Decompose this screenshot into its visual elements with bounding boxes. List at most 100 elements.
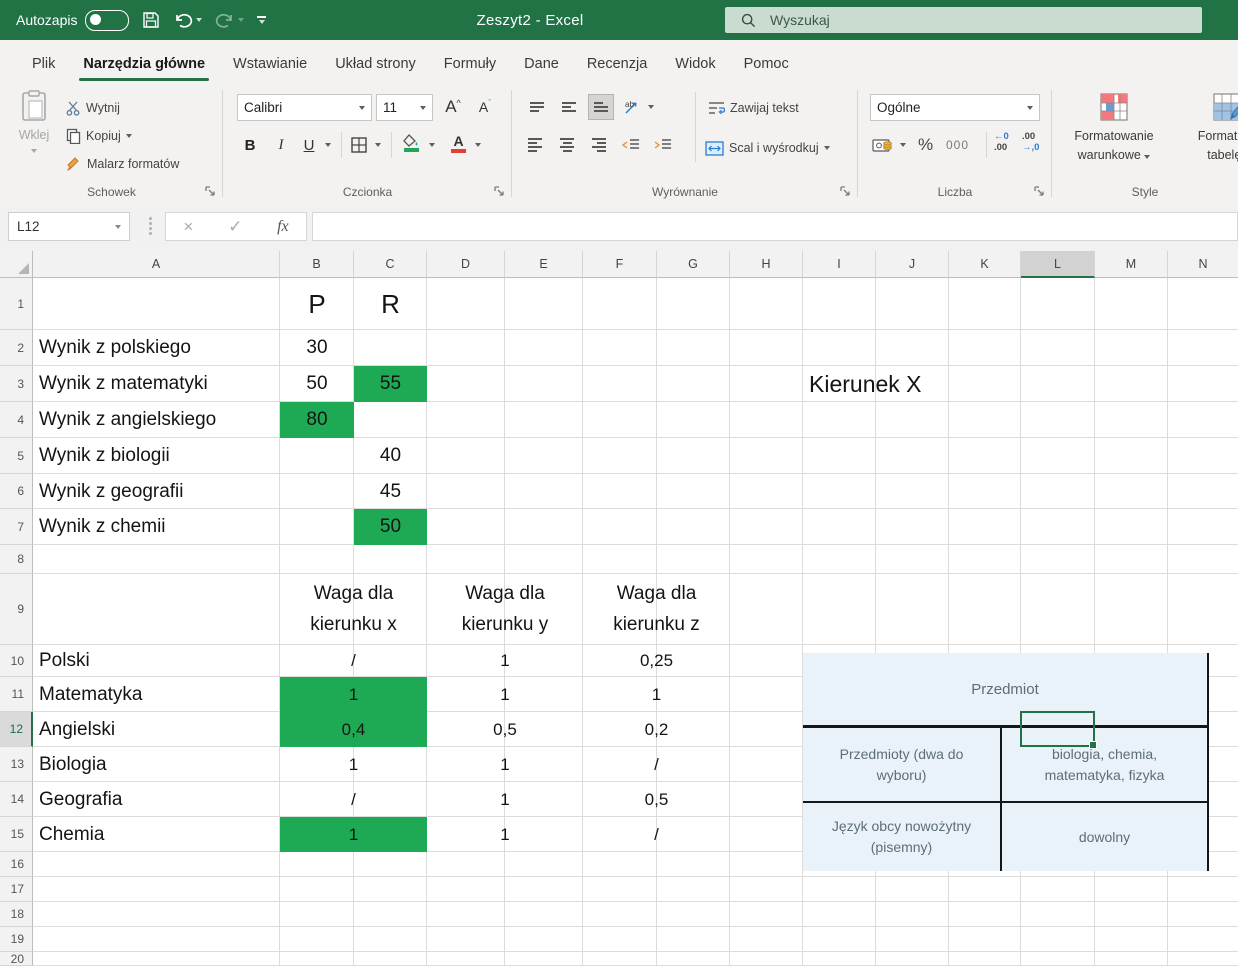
cell-B10:C10[interactable]: /: [280, 645, 427, 677]
row-header-13[interactable]: 13: [0, 747, 33, 782]
italic-button[interactable]: I: [271, 132, 291, 158]
font-dialog-launcher-icon[interactable]: [494, 186, 506, 198]
copy-dropdown-icon[interactable]: [126, 134, 132, 138]
row-header-8[interactable]: 8: [0, 545, 33, 574]
cell-D9:E9[interactable]: Waga dla kierunku y: [427, 574, 583, 645]
column-header-K[interactable]: K: [949, 251, 1021, 278]
autosave-switch[interactable]: [85, 10, 129, 31]
align-left-icon[interactable]: [522, 132, 548, 158]
embedded-table-image[interactable]: Przedmiot Przedmioty (dwa do wyboru) bio…: [803, 653, 1209, 871]
cell-B13:C13[interactable]: 1: [280, 747, 427, 782]
conditional-formatting-dropdown-icon[interactable]: [1144, 155, 1150, 159]
row-header-14[interactable]: 14: [0, 782, 33, 817]
cell-B3[interactable]: 50: [280, 366, 354, 402]
cell-A5[interactable]: Wynik z biologii: [33, 438, 280, 474]
cell-A11[interactable]: Matematyka: [33, 677, 280, 712]
font-name-select[interactable]: Calibri: [237, 94, 372, 121]
cell-B11:C11[interactable]: 1: [280, 677, 427, 712]
column-header-E[interactable]: E: [505, 251, 583, 278]
borders-icon[interactable]: [351, 132, 367, 158]
cell-D11:E11[interactable]: 1: [427, 677, 583, 712]
cut-button[interactable]: Wytnij: [66, 96, 120, 120]
autosave-toggle[interactable]: Autozapis: [16, 10, 129, 31]
tab-uklad-strony[interactable]: Układ strony: [321, 56, 430, 84]
font-color-icon[interactable]: A: [451, 130, 466, 156]
cell-F12:G12[interactable]: 0,2: [583, 712, 730, 747]
bold-button[interactable]: B: [239, 132, 261, 158]
row-header-11[interactable]: 11: [0, 677, 33, 712]
cell-D10:E10[interactable]: 1: [427, 645, 583, 677]
search-box[interactable]: [725, 7, 1202, 33]
column-header-H[interactable]: H: [730, 251, 803, 278]
cell-B2[interactable]: 30: [280, 330, 354, 366]
borders-dropdown-icon[interactable]: [375, 143, 381, 147]
underline-button[interactable]: U: [299, 132, 319, 158]
cell-A10[interactable]: Polski: [33, 645, 280, 677]
name-box[interactable]: L12: [8, 212, 130, 241]
search-input[interactable]: [768, 11, 1152, 29]
fill-handle[interactable]: [1089, 741, 1097, 749]
customize-quick-access-icon[interactable]: [257, 16, 266, 24]
decrease-indent-icon[interactable]: [622, 132, 640, 158]
row-header-19[interactable]: 19: [0, 927, 33, 952]
fill-color-icon[interactable]: [403, 130, 420, 156]
increase-decimal-button[interactable]: ←0.00: [994, 130, 1009, 156]
cell-D14:E14[interactable]: 1: [427, 782, 583, 817]
percent-style-button[interactable]: %: [918, 132, 933, 158]
cell-A12[interactable]: Angielski: [33, 712, 280, 747]
row-header-15[interactable]: 15: [0, 817, 33, 852]
cell-A15[interactable]: Chemia: [33, 817, 280, 852]
formula-input[interactable]: [313, 213, 1238, 242]
tab-dane[interactable]: Dane: [510, 56, 573, 84]
undo-dropdown-icon[interactable]: [196, 18, 202, 22]
cell-C3[interactable]: 55: [354, 366, 427, 402]
cell-B12:C12[interactable]: 0,4: [280, 712, 427, 747]
cell-C7[interactable]: 50: [354, 509, 427, 545]
column-header-L[interactable]: L: [1021, 251, 1095, 278]
tab-formuly[interactable]: Formuły: [430, 56, 510, 84]
row-header-17[interactable]: 17: [0, 877, 33, 902]
column-header-M[interactable]: M: [1095, 251, 1168, 278]
cell-F15:G15[interactable]: /: [583, 817, 730, 852]
align-bottom-icon[interactable]: [588, 94, 614, 120]
cell-I3[interactable]: Kierunek X: [803, 366, 876, 402]
row-header-2[interactable]: 2: [0, 330, 33, 366]
alignment-dialog-launcher-icon[interactable]: [840, 186, 852, 198]
merge-dropdown-icon[interactable]: [824, 146, 830, 150]
copy-button[interactable]: Kopiuj: [66, 124, 132, 148]
formula-input-box[interactable]: [312, 212, 1238, 241]
tab-widok[interactable]: Widok: [661, 56, 729, 84]
cell-A4[interactable]: Wynik z angielskiego: [33, 402, 280, 438]
cell-A6[interactable]: Wynik z geografii: [33, 474, 280, 509]
accounting-format-icon[interactable]: [872, 132, 894, 158]
increase-indent-icon[interactable]: [654, 132, 672, 158]
orientation-icon[interactable]: ab: [624, 94, 641, 120]
active-cell-selection[interactable]: [1020, 711, 1095, 747]
comma-style-button[interactable]: 000: [946, 132, 969, 158]
column-header-N[interactable]: N: [1168, 251, 1238, 278]
conditional-formatting-button[interactable]: Formatowanie warunkowe: [1058, 92, 1170, 166]
cell-A14[interactable]: Geografia: [33, 782, 280, 817]
cell-B15:C15[interactable]: 1: [280, 817, 427, 852]
row-header-5[interactable]: 5: [0, 438, 33, 474]
column-header-I[interactable]: I: [803, 251, 876, 278]
cell-B4[interactable]: 80: [280, 402, 354, 438]
cell-C1[interactable]: R: [354, 278, 427, 330]
save-icon[interactable]: [142, 11, 160, 29]
align-center-icon[interactable]: [554, 132, 580, 158]
cell-D15:E15[interactable]: 1: [427, 817, 583, 852]
grow-font-button[interactable]: A^: [439, 94, 467, 120]
cell-F13:G13[interactable]: /: [583, 747, 730, 782]
cell-C5[interactable]: 40: [354, 438, 427, 474]
row-header-12[interactable]: 12: [0, 712, 33, 747]
format-as-table-button[interactable]: Formatuj ja tabelę: [1174, 92, 1238, 166]
row-header-1[interactable]: 1: [0, 278, 33, 330]
column-header-F[interactable]: F: [583, 251, 657, 278]
tab-plik[interactable]: Plik: [18, 56, 69, 84]
cell-D12:E12[interactable]: 0,5: [427, 712, 583, 747]
cell-C6[interactable]: 45: [354, 474, 427, 509]
tab-pomoc[interactable]: Pomoc: [730, 56, 803, 84]
select-all-button[interactable]: [0, 251, 33, 278]
align-middle-icon[interactable]: [556, 94, 582, 120]
column-header-C[interactable]: C: [354, 251, 427, 278]
